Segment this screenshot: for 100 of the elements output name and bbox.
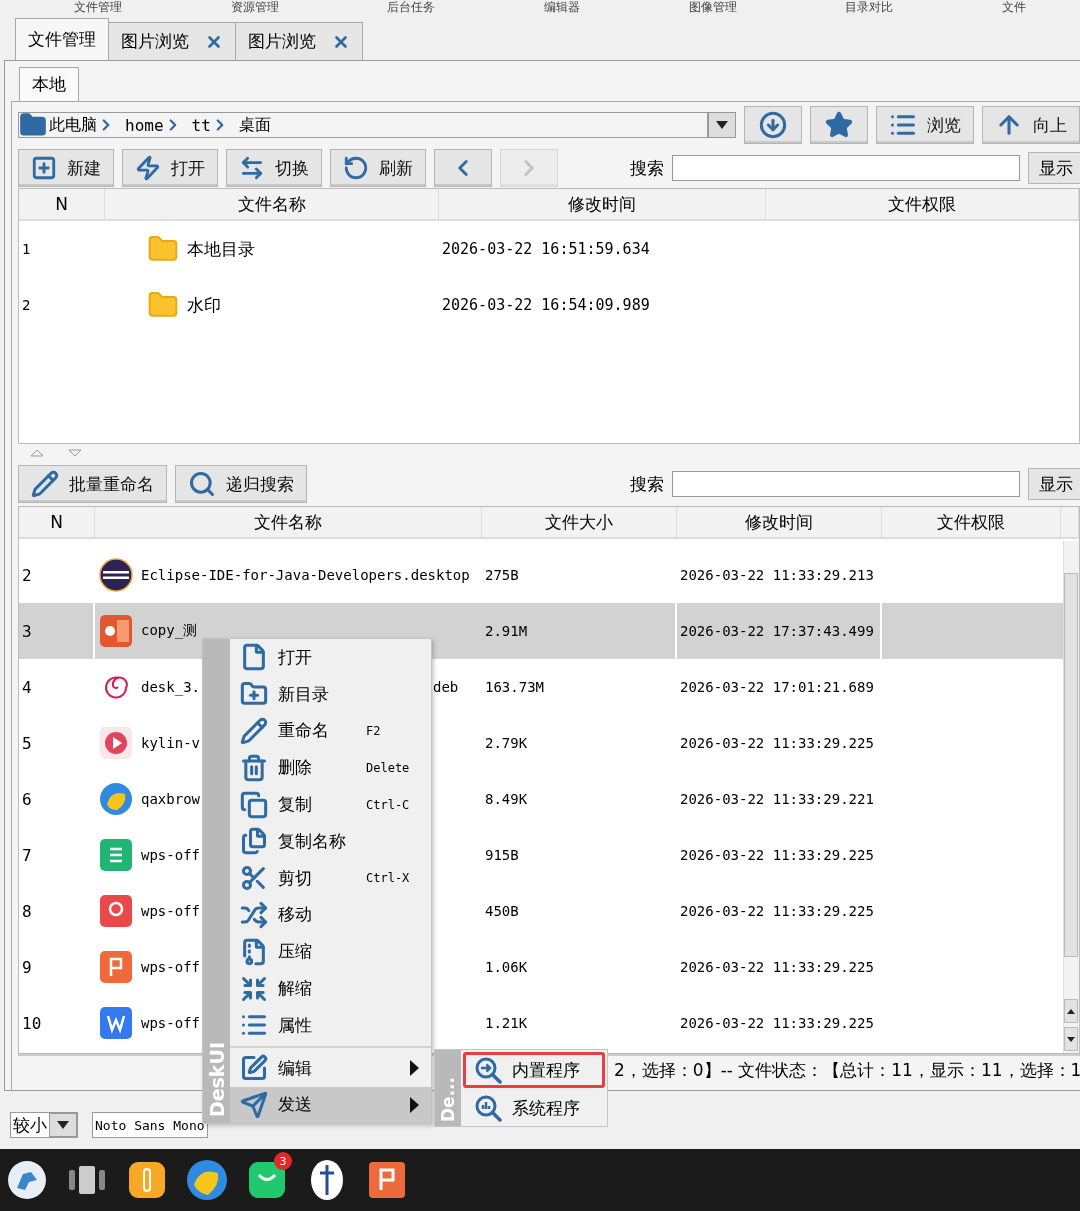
tab[interactable]: 图片浏览 — [235, 22, 363, 60]
menu-item[interactable]: 解缩 — [230, 970, 431, 1007]
menu-item[interactable]: 剪切 Ctrl-X — [230, 859, 431, 897]
file-name: deb — [433, 679, 459, 695]
search-icon — [188, 470, 216, 498]
lightning-icon — [135, 155, 161, 181]
menu-item[interactable]: 编辑 — [230, 1049, 431, 1087]
browser-icon[interactable] — [186, 1159, 228, 1201]
scroll-up-icon[interactable] — [1064, 999, 1078, 1023]
file-name[interactable]: wps-off — [141, 903, 200, 919]
search-field[interactable] — [672, 471, 1020, 497]
menu-item[interactable]: 文件管理 — [74, 0, 123, 16]
scroll-thumb[interactable] — [1064, 573, 1078, 957]
row-number: 1 — [22, 241, 31, 257]
tab[interactable]: 文件管理 — [15, 18, 109, 60]
file-size: 450B — [485, 903, 519, 919]
file-name[interactable]: copy_测 — [141, 622, 198, 640]
submenu-arrow-icon — [410, 1096, 419, 1113]
tab[interactable]: 本地 — [19, 67, 79, 101]
menu-item[interactable]: 发送 — [230, 1086, 431, 1124]
scroll-down-icon[interactable] — [1064, 1027, 1078, 1051]
menu-item[interactable]: 重命名 F2 — [230, 712, 431, 750]
breadcrumb[interactable]: 桌面 — [238, 114, 271, 136]
font-size-dropdown[interactable]: 较小 — [10, 1112, 78, 1138]
toolbar-button[interactable]: 新建 — [18, 149, 114, 187]
modified-time: 2026-03-22 17:37:43.499 — [680, 623, 874, 639]
menu-item[interactable]: 删除 Delete — [230, 749, 431, 787]
folder-name[interactable]: 水印 — [187, 293, 221, 317]
file-name[interactable]: wps-off — [141, 959, 200, 975]
row-number: 6 — [22, 789, 32, 809]
toolbar-button[interactable]: 打开 — [122, 149, 218, 187]
file-type-icon — [99, 614, 133, 648]
folder-name[interactable]: 本地目录 — [187, 237, 255, 261]
column-header[interactable]: 文件权限 — [882, 507, 1061, 537]
toolbar-button[interactable]: 批量重命名 — [18, 465, 167, 503]
nav-button[interactable] — [434, 149, 492, 187]
toolbar-button[interactable]: 递归搜索 — [175, 465, 307, 503]
column-header[interactable]: N — [19, 507, 95, 537]
toolbar-button[interactable]: 切换 — [226, 149, 322, 187]
show-button[interactable]: 显示 — [1028, 468, 1080, 500]
magnifier-chart-icon — [474, 1094, 502, 1122]
icon-button[interactable] — [810, 106, 868, 144]
app-icon[interactable] — [127, 1160, 167, 1200]
menu-item[interactable]: 图像管理 — [688, 0, 737, 16]
file-name[interactable]: Eclipse-IDE-for-Java-Developers.desktop — [141, 567, 470, 583]
toolbar-button[interactable]: 刷新 — [330, 149, 426, 187]
menu-item[interactable]: 文件 — [1001, 0, 1026, 16]
file-name[interactable]: qaxbrow — [141, 791, 200, 807]
menu-item[interactable]: 压缩 — [230, 933, 431, 971]
caret-icon — [716, 121, 729, 129]
menu-item[interactable]: 打开 — [230, 639, 431, 676]
column-header[interactable]: 文件权限 — [766, 189, 1079, 219]
menu-item[interactable]: 移动 — [230, 896, 431, 934]
slides-app-icon[interactable] — [367, 1160, 407, 1200]
collapse-up-icon[interactable] — [30, 449, 44, 457]
send-icon — [240, 1090, 268, 1119]
file-name[interactable]: desk_3. — [141, 679, 200, 695]
browser-icon — [99, 782, 133, 816]
menu-item[interactable]: 编辑器 — [543, 0, 580, 16]
file-name[interactable]: wps-off — [141, 1015, 200, 1031]
breadcrumb[interactable]: tt — [191, 115, 229, 135]
menu-item[interactable]: 属性 — [230, 1006, 431, 1044]
menu-item[interactable]: 复制名称 — [230, 823, 431, 860]
search-field[interactable] — [672, 155, 1020, 181]
column-header[interactable]: 文件名称 — [105, 189, 439, 219]
shortcut-text: Ctrl-C — [366, 797, 410, 812]
trash-icon — [240, 753, 268, 782]
icon-button[interactable] — [744, 106, 802, 144]
dropdown-button[interactable] — [708, 112, 736, 138]
menu-item[interactable]: 后台任务 — [387, 0, 436, 16]
breadcrumb[interactable]: 此电脑 — [49, 114, 115, 136]
menu-item[interactable]: 复制 Ctrl-C — [230, 786, 431, 823]
modified-time: 2026-03-22 11:33:29.225 — [680, 903, 874, 919]
column-header[interactable]: 文件大小 — [482, 507, 677, 537]
menu-item[interactable]: 系统程序 — [463, 1090, 605, 1126]
file-name[interactable]: kylin-v — [141, 735, 200, 751]
caret-icon — [57, 1121, 69, 1129]
show-button[interactable]: 显示 — [1028, 152, 1080, 184]
column-header[interactable]: 修改时间 — [677, 507, 882, 537]
shortcut-text: F2 — [366, 724, 381, 738]
column-header[interactable]: N — [19, 189, 105, 219]
font-name-field[interactable]: Noto Sans Mono — [92, 1112, 208, 1138]
toolbar-button[interactable]: 浏览 — [876, 106, 974, 144]
app-icon[interactable] — [7, 1160, 47, 1200]
breadcrumb[interactable]: home — [125, 115, 182, 135]
menu-item[interactable]: 内置程序 — [463, 1052, 605, 1088]
column-header[interactable]: 文件名称 — [95, 507, 482, 537]
path-field[interactable]: 此电脑 home tt 桌面 — [18, 112, 709, 138]
tab[interactable]: 图片浏览 — [108, 22, 236, 60]
row-number: 3 — [22, 621, 32, 641]
scrollbar[interactable] — [1063, 541, 1079, 1053]
modified-time: 2026-03-22 11:33:29.225 — [680, 735, 874, 751]
file-name[interactable]: wps-off — [141, 847, 200, 863]
menu-item[interactable]: 新目录 — [230, 675, 431, 713]
emblem-icon[interactable] — [310, 1159, 344, 1201]
column-header[interactable]: 修改时间 — [439, 189, 766, 219]
menu-item[interactable]: 资源管理 — [230, 0, 279, 16]
toolbar-button[interactable]: 向上 — [982, 106, 1080, 144]
menu-item[interactable]: 目录对比 — [845, 0, 894, 16]
collapse-down-icon[interactable] — [68, 449, 82, 457]
